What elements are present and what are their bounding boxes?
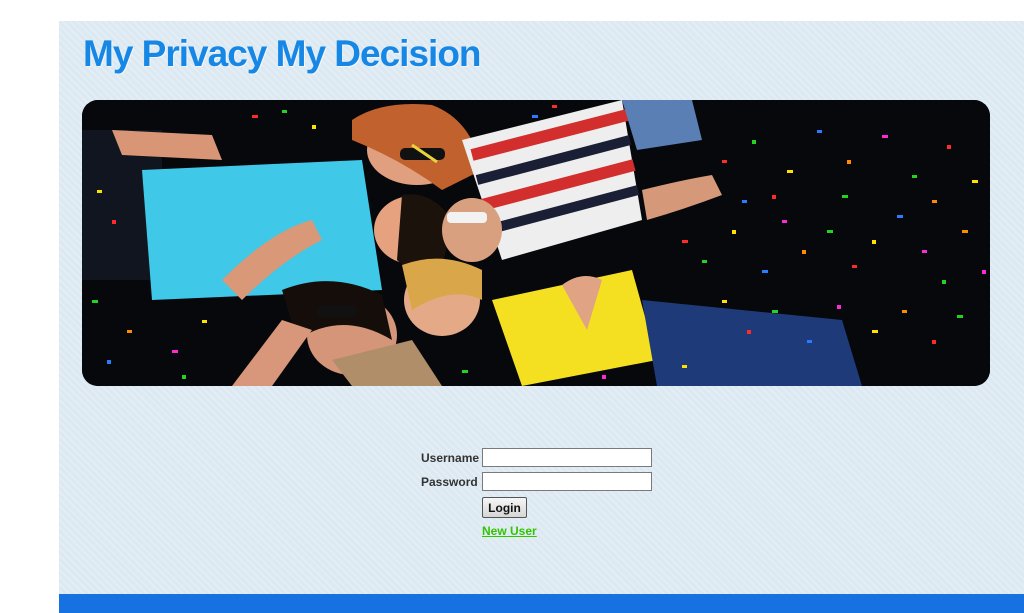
password-input[interactable] (482, 472, 652, 491)
page-container: My Privacy My Decision Username Password… (59, 21, 1024, 613)
party-photo-image (82, 100, 990, 386)
username-input[interactable] (482, 448, 652, 467)
new-user-link[interactable]: New User (482, 524, 537, 538)
username-label: Username (421, 451, 480, 465)
password-label: Password (421, 475, 478, 489)
username-row: Username (399, 448, 699, 469)
login-button[interactable]: Login (482, 497, 527, 518)
banner-image (82, 100, 990, 386)
site-title: My Privacy My Decision (83, 33, 482, 74)
footer-bar (59, 594, 1024, 613)
password-row: Password (399, 472, 699, 493)
